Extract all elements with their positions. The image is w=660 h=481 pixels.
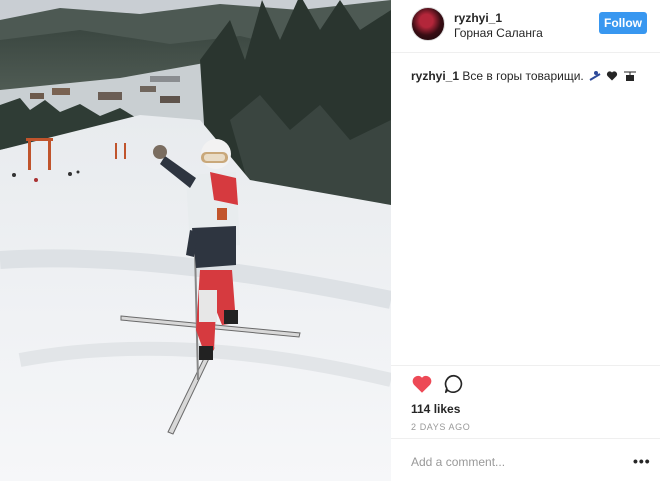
header-divider <box>391 52 660 53</box>
likes-count[interactable]: 114 likes <box>411 402 460 416</box>
speech-bubble-icon[interactable] <box>443 373 465 395</box>
location-link[interactable]: Горная Саланга <box>454 26 543 40</box>
comment-input[interactable] <box>411 452 611 472</box>
actions-divider <box>391 365 660 366</box>
post-photo[interactable] <box>0 0 391 481</box>
caption-text: Все в горы товарищи. <box>462 69 584 83</box>
follow-button[interactable]: Follow <box>599 12 647 34</box>
black-heart-icon <box>606 70 618 86</box>
ellipsis-icon[interactable]: ••• <box>633 454 651 468</box>
post-header: ryzhyi_1 Горная Саланга Follow <box>391 0 660 52</box>
avatar[interactable] <box>411 7 445 41</box>
heart-filled-icon[interactable] <box>411 373 433 395</box>
mountain-cableway-icon <box>623 70 636 86</box>
username[interactable]: ryzhyi_1 <box>454 11 502 25</box>
skier-icon <box>589 70 601 86</box>
caption: ryzhyi_1 Все в горы товарищи. <box>411 68 651 86</box>
post-side-panel: ryzhyi_1 Горная Саланга Follow ryzhyi_1 … <box>391 0 660 481</box>
instagram-post: ryzhyi_1 Горная Саланга Follow ryzhyi_1 … <box>0 0 660 481</box>
comment-divider <box>391 438 660 439</box>
post-timestamp[interactable]: 2 DAYS AGO <box>411 422 470 432</box>
caption-username[interactable]: ryzhyi_1 <box>411 69 459 83</box>
